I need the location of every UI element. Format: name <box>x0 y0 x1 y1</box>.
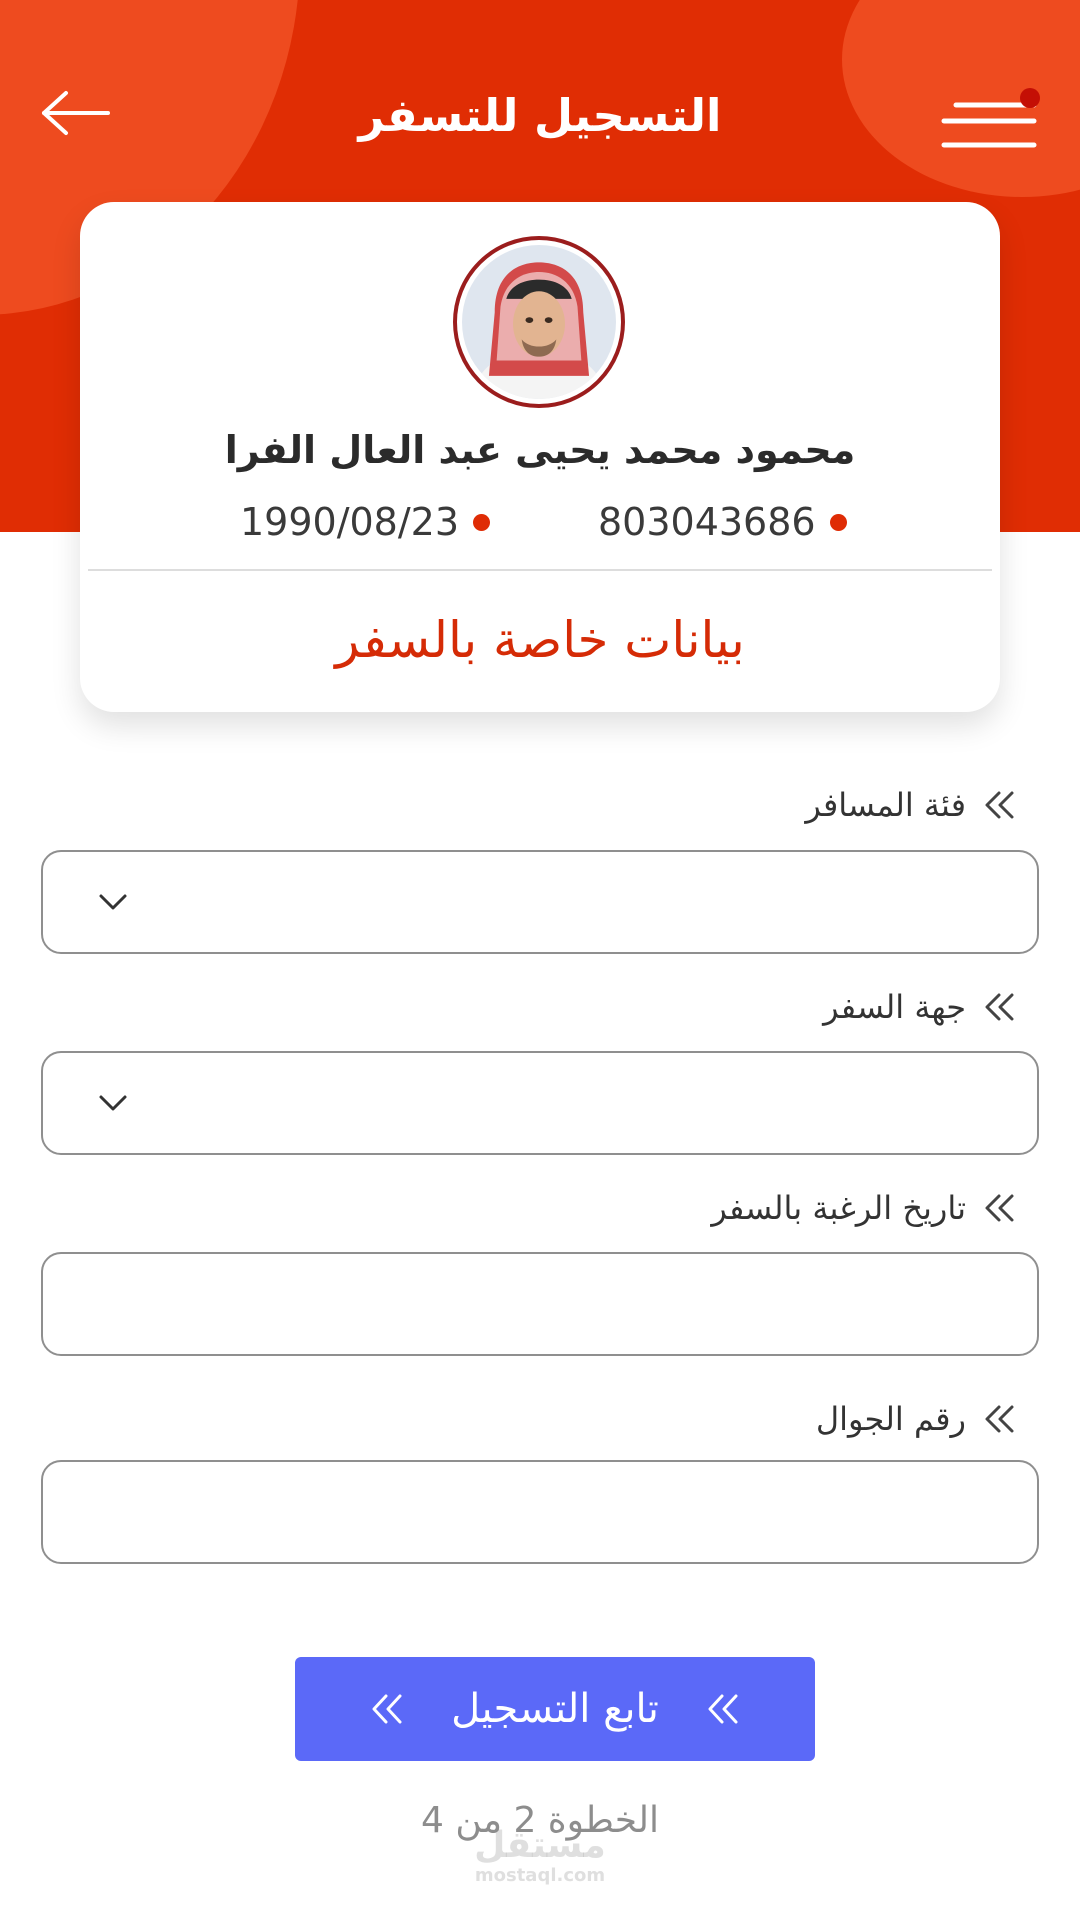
field-label-text: رقم الجوال <box>815 1400 966 1438</box>
chevron-down-icon <box>99 1095 127 1111</box>
back-button[interactable] <box>36 78 116 148</box>
field-label-text: فئة المسافر <box>805 786 966 824</box>
travel-date-field[interactable] <box>41 1252 1039 1356</box>
bullet-dot-icon <box>473 513 491 531</box>
user-photo-icon <box>462 245 616 399</box>
section-title: بيانات خاصة بالسفر <box>335 611 745 669</box>
id-number-value: 803043686 <box>598 500 816 544</box>
bullet-dot-icon <box>829 513 847 531</box>
field-label-text: جهة السفر <box>823 988 966 1026</box>
avatar <box>453 236 625 408</box>
field-label-text: تاريخ الرغبة بالسفر <box>711 1189 966 1227</box>
menu-button[interactable] <box>938 88 1042 154</box>
mobile-number-input[interactable] <box>43 1462 1037 1562</box>
profile-card: محمود محمد يحيى عبد العال الفرا 80304368… <box>80 202 1000 712</box>
chevron-down-icon <box>99 894 127 910</box>
birth-date-value: 1990/08/23 <box>240 500 460 544</box>
notification-dot <box>1020 88 1040 108</box>
page-title: التسجيل للتسفر <box>358 89 722 142</box>
field-label-travel-date: تاريخ الرغبة بالسفر <box>711 1183 1018 1233</box>
mobile-number-field[interactable] <box>41 1460 1039 1564</box>
traveler-category-select[interactable] <box>41 850 1039 954</box>
divider <box>88 569 992 571</box>
id-number: 803043686 <box>598 494 847 550</box>
double-chevron-left-icon <box>703 1691 743 1727</box>
arrow-left-icon <box>42 91 110 135</box>
double-chevron-left-icon <box>982 789 1018 821</box>
continue-registration-button[interactable]: تابع التسجيل <box>295 1657 815 1761</box>
double-chevron-left-icon <box>982 991 1018 1023</box>
continue-button-label: تابع التسجيل <box>451 1686 659 1732</box>
field-label-travel-destination: جهة السفر <box>823 982 1018 1032</box>
double-chevron-left-icon <box>982 1192 1018 1224</box>
double-chevron-left-icon <box>367 1691 407 1727</box>
travel-destination-select[interactable] <box>41 1051 1039 1155</box>
birth-date: 1990/08/23 <box>240 494 491 550</box>
travel-date-input[interactable] <box>43 1254 1037 1354</box>
double-chevron-left-icon <box>982 1403 1018 1435</box>
field-label-mobile-number: رقم الجوال <box>816 1394 1018 1444</box>
field-label-traveler-category: فئة المسافر <box>805 780 1018 830</box>
step-indicator: الخطوة 2 من 4 <box>420 1800 660 1841</box>
profile-name: محمود محمد يحيى عبد العال الفرا <box>224 428 856 472</box>
watermark-url: mostaql.com <box>474 1865 606 1886</box>
